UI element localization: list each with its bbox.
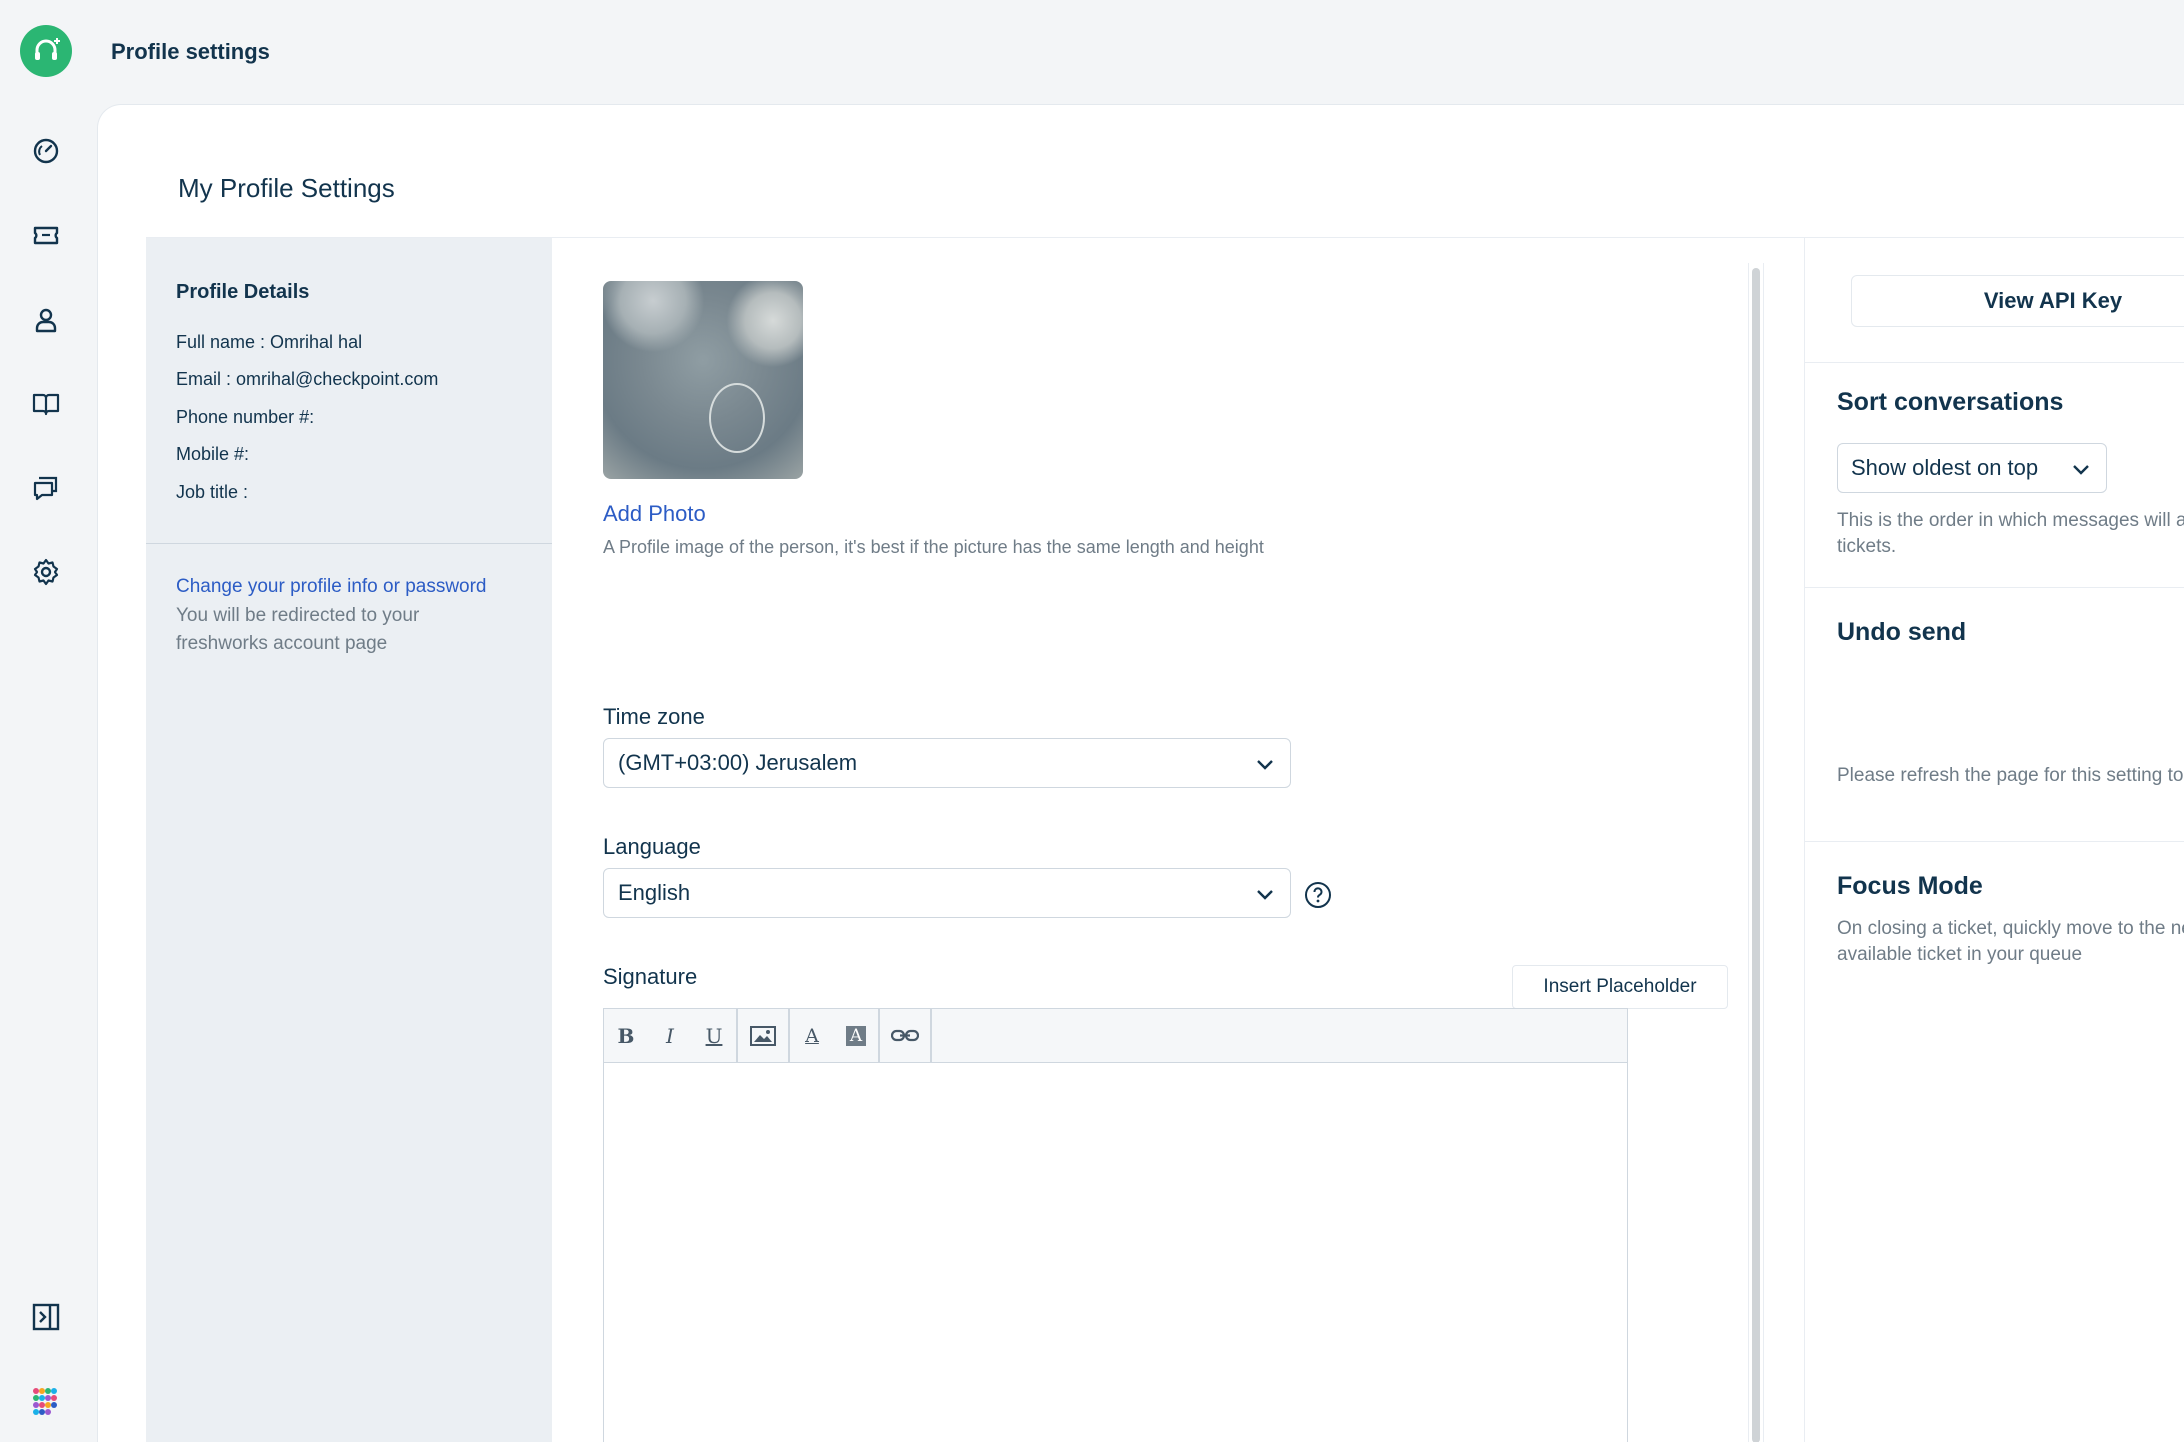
focus-mode-description: On closing a ticket, quickly move to the… — [1837, 918, 2184, 965]
photo-ring — [709, 383, 765, 453]
image-icon — [750, 1025, 776, 1046]
full-name-label: Full name : — [176, 332, 271, 352]
dashboard-icon[interactable] — [27, 132, 65, 170]
view-api-key-button[interactable]: View API Key — [1851, 275, 2184, 327]
email-value: omrihal@checkpoint.com — [236, 369, 439, 389]
left-nav-rail — [0, 0, 96, 1442]
font-color-button[interactable]: A — [790, 1009, 834, 1063]
conversations-icon[interactable] — [27, 469, 65, 507]
freshdesk-logo-icon[interactable] — [20, 25, 72, 77]
background-color-button[interactable]: A — [834, 1009, 878, 1063]
help-icon[interactable] — [1304, 881, 1332, 909]
sort-order-select[interactable]: Show oldest on top — [1837, 443, 2107, 493]
main-content: My Profile Settings Profile Details Full… — [97, 104, 2184, 1442]
timezone-label: Time zone — [603, 704, 705, 729]
email-label: Email : — [176, 369, 237, 389]
language-value: English — [618, 880, 691, 905]
apps-grid-icon[interactable] — [27, 1382, 65, 1420]
contacts-icon[interactable] — [27, 301, 65, 339]
signature-label: Signature — [603, 964, 698, 989]
timezone-select[interactable]: (GMT+03:00) Jerusalem — [603, 738, 1291, 788]
knowledge-base-icon[interactable] — [27, 385, 65, 423]
preferences-panel: View API Key Sort conversations Show old… — [1804, 238, 2184, 1442]
add-photo-link[interactable]: Add Photo — [603, 501, 706, 527]
top-header: Profile settings — [96, 0, 2184, 104]
background-color-label: A — [845, 1025, 867, 1046]
italic-button[interactable]: I — [648, 1009, 692, 1063]
scrollbar[interactable] — [1752, 268, 1760, 1442]
page-title: My Profile Settings — [178, 173, 395, 203]
photo-hint: A Profile image of the person, it's best… — [603, 537, 1264, 557]
sort-conversations-title: Sort conversations — [1837, 388, 2064, 416]
divider — [146, 543, 552, 544]
undo-send-title: Undo send — [1837, 618, 1967, 646]
expand-sidebar-icon[interactable] — [27, 1298, 65, 1336]
undo-send-description: Please refresh the page for this setting… — [1837, 765, 2184, 786]
chevron-down-icon — [1257, 890, 1273, 900]
tickets-icon[interactable] — [27, 216, 65, 254]
profile-form: Add Photo A Profile image of the person,… — [552, 238, 1764, 1442]
insert-placeholder-button[interactable]: Insert Placeholder — [1512, 965, 1728, 1009]
language-select[interactable]: English — [603, 868, 1291, 918]
link-icon — [891, 1029, 919, 1041]
chevron-down-icon — [2073, 465, 2089, 475]
chevron-down-icon — [1257, 760, 1273, 770]
redirect-note: You will be redirected to your freshwork… — [176, 605, 420, 654]
job-title-label: Job title : — [176, 482, 249, 502]
change-profile-link[interactable]: Change your profile info or password — [176, 576, 487, 598]
insert-image-button[interactable] — [738, 1009, 788, 1063]
divider — [1805, 841, 2184, 842]
editor-toolbar: B I U A A — [604, 1008, 1627, 1063]
profile-photo[interactable] — [603, 281, 803, 479]
focus-mode-title: Focus Mode — [1837, 872, 1983, 900]
insert-link-button[interactable] — [880, 1009, 930, 1063]
toolbar-separator — [930, 1008, 932, 1063]
phone-label: Phone number #: — [176, 407, 315, 427]
sort-description: This is the order in which messages will… — [1837, 510, 2184, 557]
bold-button[interactable]: B — [604, 1009, 648, 1063]
timezone-value: (GMT+03:00) Jerusalem — [618, 750, 858, 775]
divider — [1805, 362, 2184, 363]
divider — [1805, 587, 2184, 588]
settings-icon[interactable] — [27, 553, 65, 591]
profile-details-panel: Profile Details Full name : Omrihal hal … — [146, 238, 552, 1442]
signature-editor[interactable]: B I U A A — [603, 1008, 1628, 1442]
email-row: Email : omrihal@checkpoint.com — [176, 369, 438, 390]
language-label: Language — [603, 834, 701, 859]
mobile-label: Mobile #: — [176, 444, 250, 464]
sort-order-value: Show oldest on top — [1851, 455, 2039, 480]
header-title: Profile settings — [111, 39, 270, 64]
underline-button[interactable]: U — [692, 1009, 736, 1063]
full-name-row: Full name : Omrihal hal — [176, 332, 362, 353]
profile-details-title: Profile Details — [176, 281, 310, 303]
full-name-value: Omrihal hal — [270, 332, 363, 352]
